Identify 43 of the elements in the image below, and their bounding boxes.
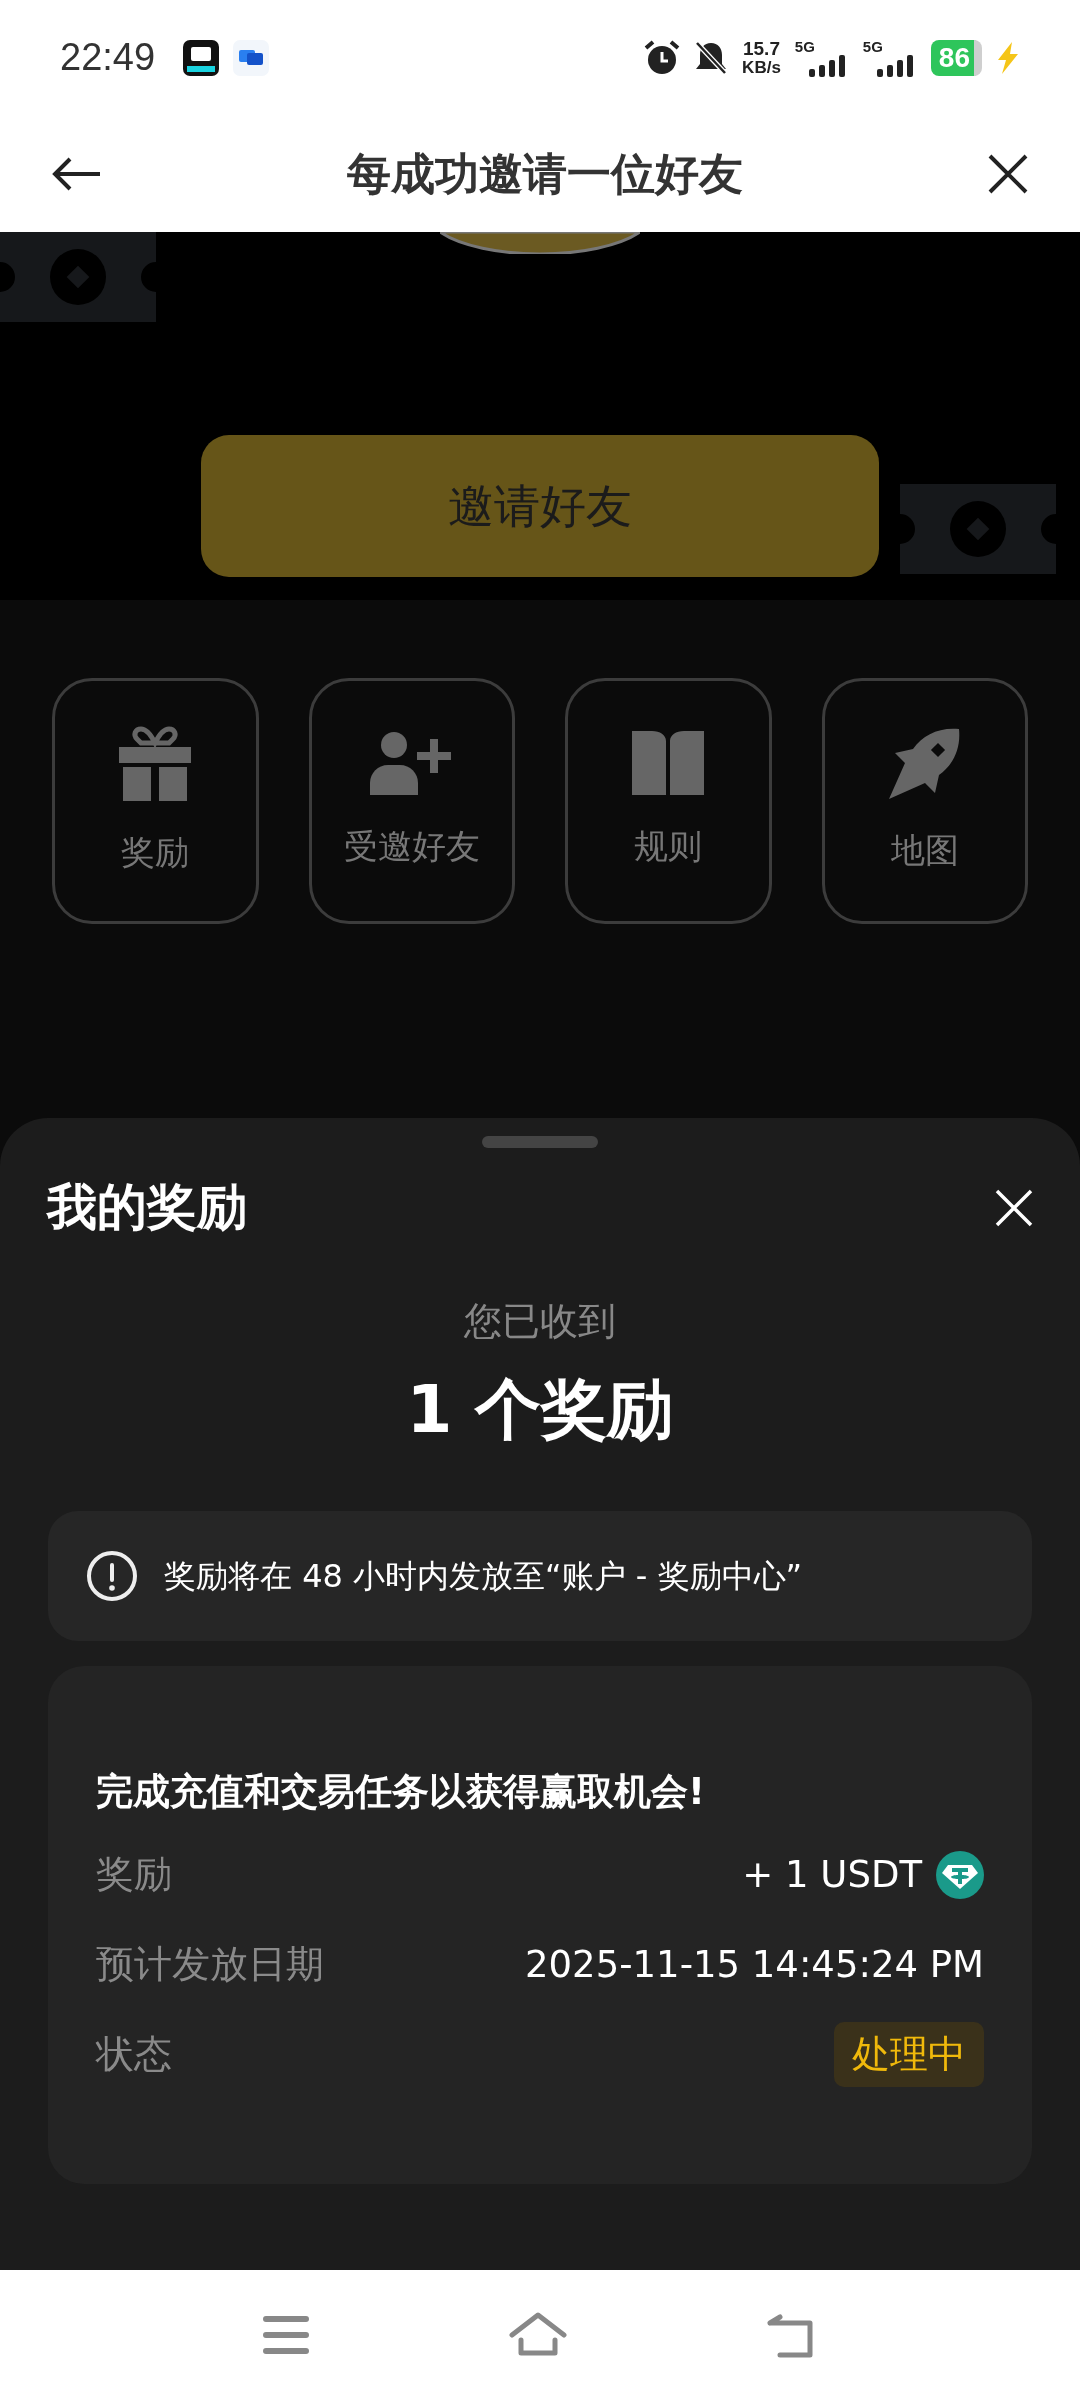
network-speed: 15.7 [743,38,780,58]
row-label: 奖励 [96,1851,172,1898]
shortcut-tile[interactable]: 规则 [565,678,772,924]
invite-button[interactable]: 邀请好友 [201,435,879,577]
shortcut-tile[interactable]: 受邀好友 [308,678,515,924]
app-notification-icon [183,39,220,76]
sheet-title: 我的奖励 [47,1177,247,1238]
page-title: 每成功邀请一位好友 [347,146,743,201]
network-speed-unit: KB/s [742,57,781,77]
shortcut-label: 受邀好友 [343,824,480,868]
status-badge: 处理中 [834,2022,984,2087]
alarm-icon [644,39,681,76]
row-label: 状态 [96,2031,172,2078]
gift-icon [119,724,192,801]
back-arrow-icon[interactable] [52,156,102,191]
tether-coin-icon [936,1850,984,1899]
shortcut-tile[interactable]: 奖励 [52,678,259,924]
book-icon [632,730,705,795]
network-type: 5G [794,38,815,55]
drag-handle[interactable] [482,1136,598,1148]
shortcut-label: 奖励 [121,830,190,874]
reward-count: 1 个奖励 [406,1370,674,1450]
info-icon [86,1550,138,1602]
rocket-icon [888,726,961,799]
network-type: 5G [862,38,883,55]
battery-level: 86 [930,39,982,76]
charging-icon [996,41,1020,74]
menu-icon[interactable] [263,2316,309,2354]
notice-text: 奖励将在 48 小时内发放至“账户 - 奖励中心” [164,1556,803,1597]
payout-date: 2025-11-15 14:45:24 PM [525,1941,984,1988]
shortcut-tile[interactable]: 地图 [821,678,1028,924]
clock: 22:49 [60,35,156,80]
person-add-icon [369,730,454,795]
received-label: 您已收到 [464,1298,616,1345]
reward-amount: + 1 USDT [742,1851,922,1898]
shortcut-label: 规则 [634,824,703,868]
card-title: 完成充值和交易任务以获得赢取机会! [96,1769,706,1815]
close-icon[interactable] [988,153,1028,194]
shortcut-label: 地图 [890,828,959,872]
home-icon[interactable] [509,2312,567,2358]
muted-bell-icon [694,39,729,76]
chat-notification-icon [233,39,270,76]
row-label: 预计发放日期 [96,1941,324,1988]
